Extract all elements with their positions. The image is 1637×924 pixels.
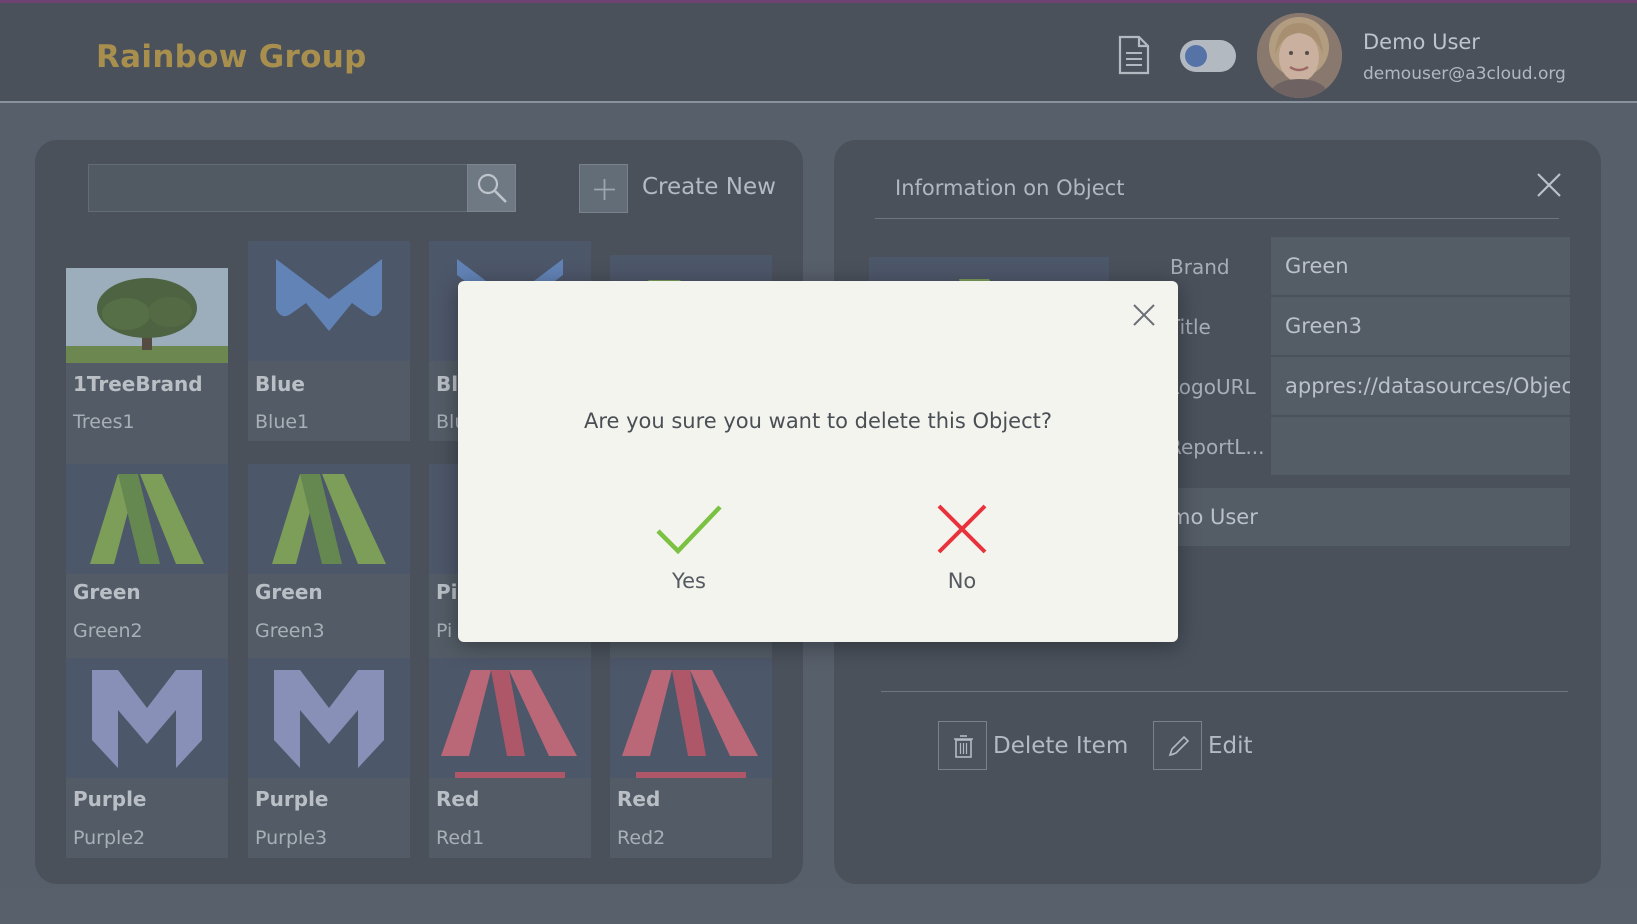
no-button[interactable]: No [902, 503, 1022, 613]
cross-icon [937, 504, 987, 554]
dialog-message: Are you sure you want to delete this Obj… [583, 409, 1053, 433]
checkmark-icon [656, 505, 722, 555]
yes-label: Yes [672, 569, 706, 593]
close-icon[interactable] [1132, 303, 1156, 327]
yes-button[interactable]: Yes [629, 503, 749, 613]
no-label: No [947, 569, 977, 593]
delete-confirm-dialog: Are you sure you want to delete this Obj… [458, 281, 1178, 642]
